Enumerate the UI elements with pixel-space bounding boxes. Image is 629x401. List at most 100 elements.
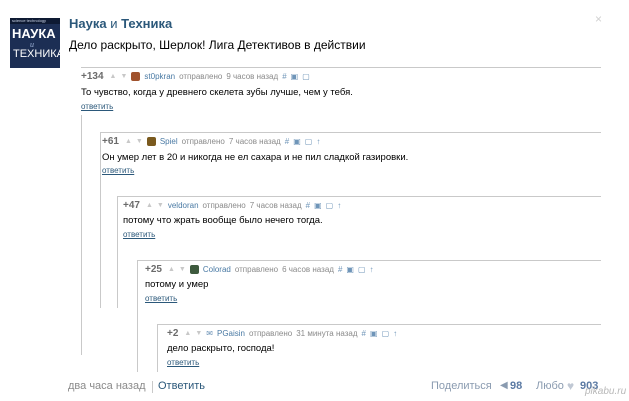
comment-text: дело раскрыто, господа! (167, 343, 275, 354)
parent-arrow-icon[interactable]: ↑ (370, 265, 374, 274)
upvote-icon[interactable]: ▲ (168, 266, 175, 273)
logo-word-nauka: НАУКА (12, 26, 56, 41)
reply-link[interactable]: ответить (81, 102, 113, 111)
expand-icon[interactable]: ▣ (370, 329, 378, 338)
sent-label: отправлено (249, 329, 293, 338)
thread-line (137, 260, 138, 372)
comment-time: 7 часов назад (249, 201, 302, 210)
megaphone-icon[interactable]: ◀ (500, 380, 508, 391)
logo-small-text: science technology (10, 18, 60, 24)
save-icon[interactable]: ▢ (358, 265, 366, 274)
comment-divider (81, 67, 601, 68)
group-name-amp: и (106, 16, 122, 31)
save-icon[interactable]: ▢ (326, 201, 334, 210)
group-name-part2: Техника (121, 16, 173, 31)
comment-1: +134 ▲ ▼ st0pkran отправлено 9 часов наз… (81, 67, 601, 115)
footer-divider (152, 381, 153, 393)
like-button[interactable]: Любо (536, 380, 564, 392)
user-avatar[interactable] (131, 72, 141, 81)
downvote-icon[interactable]: ▼ (195, 330, 202, 337)
reply-link[interactable]: ответить (145, 294, 177, 303)
comment-username[interactable]: Spiel (160, 137, 178, 146)
downvote-icon[interactable]: ▼ (136, 138, 143, 145)
comment-divider (117, 196, 601, 197)
thread-line (117, 196, 118, 308)
comment-username[interactable]: PGaisin (217, 329, 245, 338)
hash-link-icon[interactable]: # (285, 137, 289, 146)
comment-username[interactable]: veldoran (168, 201, 199, 210)
downvote-icon[interactable]: ▼ (120, 73, 127, 80)
comment-score: +2 (167, 328, 179, 339)
thread-line (81, 115, 82, 355)
expand-icon[interactable]: ▣ (314, 201, 322, 210)
save-icon[interactable]: ▢ (302, 72, 310, 81)
message-icon[interactable]: ✉ (206, 329, 213, 338)
upvote-icon[interactable]: ▲ (146, 202, 153, 209)
upvote-icon[interactable]: ▲ (110, 73, 117, 80)
post-title: Дело раскрыто, Шерлок! Лига Детективов в… (69, 38, 366, 52)
comment-meta: +61 ▲ ▼ Spiel отправлено 7 часов назад #… (102, 136, 320, 147)
sent-label: отправлено (202, 201, 246, 210)
upvote-icon[interactable]: ▲ (184, 330, 191, 337)
hash-link-icon[interactable]: # (362, 329, 366, 338)
expand-icon[interactable]: ▣ (346, 265, 354, 274)
thread-line (100, 132, 101, 308)
comment-time: 31 минута назад (296, 329, 358, 338)
reply-link[interactable]: ответить (102, 166, 134, 175)
downvote-icon[interactable]: ▼ (179, 266, 186, 273)
close-icon[interactable]: × (595, 12, 602, 26)
parent-arrow-icon[interactable]: ↑ (316, 137, 320, 146)
comment-divider (100, 132, 601, 133)
thread-line (157, 324, 158, 372)
group-name-link[interactable]: Наука и Техника (69, 16, 172, 31)
comment-score: +47 (123, 200, 140, 211)
comment-meta: +2 ▲ ▼ ✉ PGaisin отправлено 31 минута на… (167, 328, 397, 339)
comment-time: 7 часов назад (228, 137, 281, 146)
save-icon[interactable]: ▢ (305, 137, 313, 146)
post-footer: два часа назад Ответить Поделиться ◀ 98 … (68, 379, 620, 396)
sent-label: отправлено (179, 72, 223, 81)
reply-link[interactable]: ответить (167, 358, 199, 367)
parent-arrow-icon[interactable]: ↑ (393, 329, 397, 338)
downvote-icon[interactable]: ▼ (157, 202, 164, 209)
expand-icon[interactable]: ▣ (291, 72, 299, 81)
comment-username[interactable]: Colorad (203, 265, 231, 274)
comment-5: +2 ▲ ▼ ✉ PGaisin отправлено 31 минута на… (137, 260, 601, 372)
hash-link-icon[interactable]: # (338, 265, 342, 274)
watermark: pikabu.ru (585, 386, 627, 397)
comment-4: +25 ▲ ▼ Colorad отправлено 6 часов назад… (117, 196, 601, 308)
post-time[interactable]: два часа назад (68, 380, 145, 392)
comment-2: +61 ▲ ▼ Spiel отправлено 7 часов назад #… (81, 115, 601, 355)
comment-divider (137, 260, 601, 261)
sent-label: отправлено (234, 265, 279, 274)
reply-button[interactable]: Ответить (158, 380, 205, 392)
hash-link-icon[interactable]: # (306, 201, 310, 210)
comment-time: 6 часов назад (282, 265, 334, 274)
comment-text: потому и умер (145, 279, 209, 290)
user-avatar[interactable] (146, 137, 156, 146)
comment-3: +47 ▲ ▼ veldoran отправлено 7 часов наза… (100, 132, 601, 308)
comment-text: потому что жрать вообще было нечего тогд… (123, 215, 323, 226)
share-button[interactable]: Поделиться (431, 380, 492, 392)
comment-meta: +47 ▲ ▼ veldoran отправлено 7 часов наза… (123, 200, 341, 211)
group-logo[interactable]: science technology НАУКА и ТЕХНИКА (10, 18, 60, 68)
expand-icon[interactable]: ▣ (293, 137, 301, 146)
comment-meta: +25 ▲ ▼ Colorad отправлено 6 часов назад… (145, 264, 374, 275)
comment-score: +134 (81, 71, 104, 82)
comment-score: +25 (145, 264, 162, 275)
parent-arrow-icon[interactable]: ↑ (337, 201, 341, 210)
group-name-part1: Наука (69, 16, 107, 31)
comment-time: 9 часов назад (226, 72, 279, 81)
comment-username[interactable]: st0pkran (144, 72, 175, 81)
reply-link[interactable]: ответить (123, 230, 155, 239)
comment-score: +61 (102, 136, 119, 147)
comment-text: То чувство, когда у древнего скелета зуб… (81, 87, 353, 98)
upvote-icon[interactable]: ▲ (125, 138, 132, 145)
user-avatar[interactable] (189, 265, 199, 274)
heart-icon[interactable]: ♥ (567, 379, 574, 393)
sent-label: отправлено (181, 137, 225, 146)
comment-divider (157, 324, 601, 325)
hash-link-icon[interactable]: # (282, 72, 286, 81)
logo-word-tehnika: ТЕХНИКА (13, 48, 60, 60)
save-icon[interactable]: ▢ (382, 329, 390, 338)
